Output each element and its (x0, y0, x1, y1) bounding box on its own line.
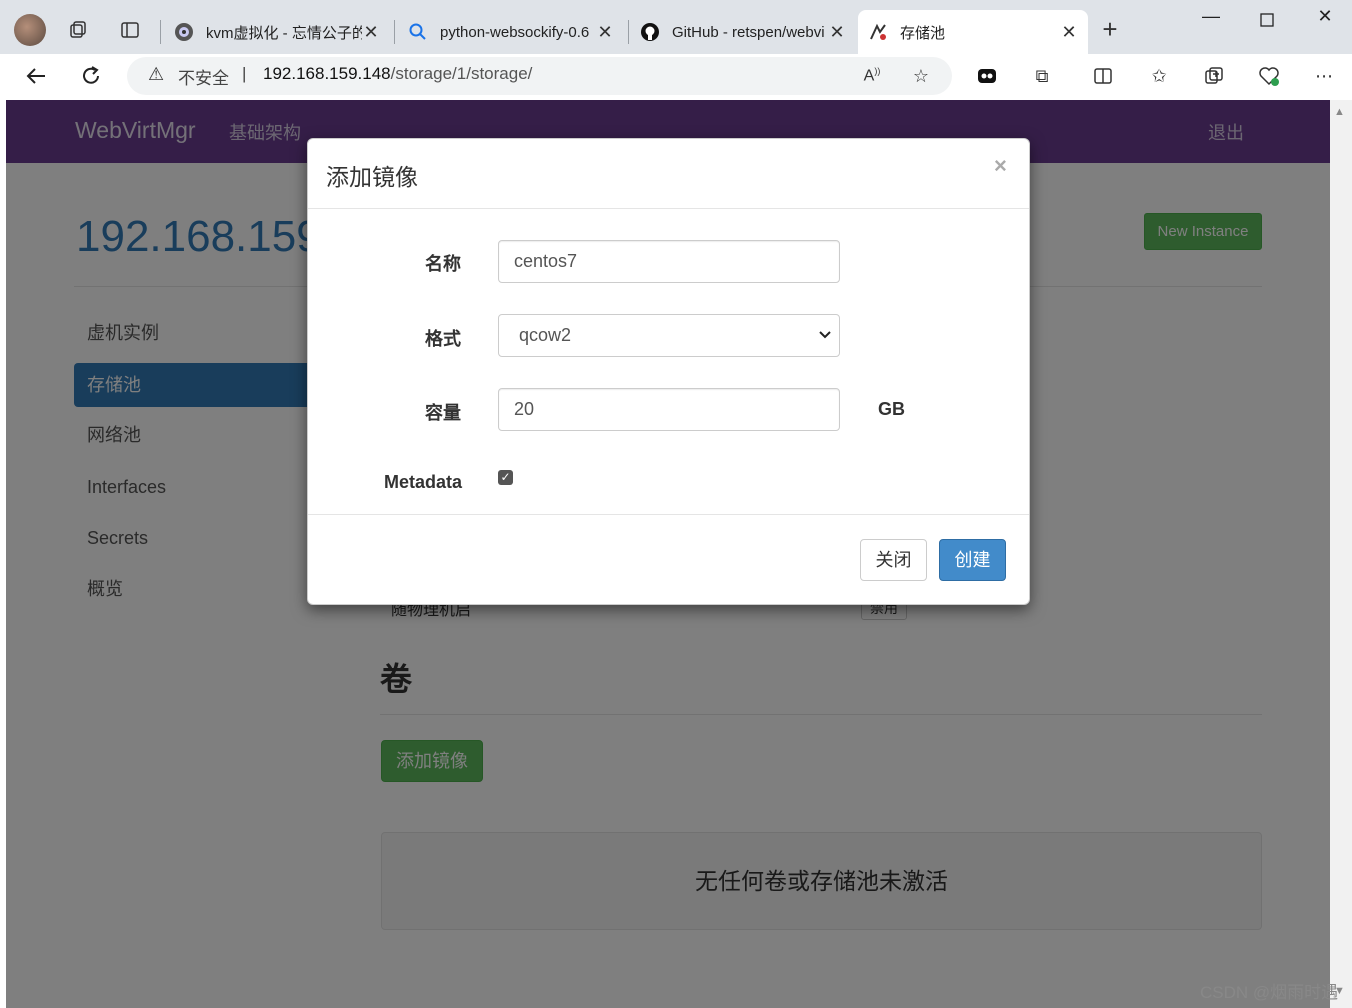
back-arrow-icon[interactable] (22, 62, 50, 90)
cancel-button[interactable]: 关闭 (860, 539, 927, 581)
create-button[interactable]: 创建 (939, 539, 1006, 581)
add-image-dialog: 添加镜像 × 名称 centos7 格式 qcow2 容量 20 GB Meta… (307, 138, 1030, 605)
size-label: 容量 (425, 403, 461, 423)
metadata-checkbox[interactable]: ✓ (498, 470, 513, 485)
more-menu-icon[interactable]: ⋯ (1312, 64, 1336, 88)
format-select[interactable]: qcow2 (498, 314, 840, 357)
address-bar[interactable] (127, 57, 952, 95)
chevron-down-icon (819, 315, 831, 356)
url-path: /storage/1/storage/ (390, 64, 533, 83)
favorite-star-icon[interactable]: ☆ (909, 64, 933, 88)
dialog-header-divider (308, 208, 1029, 209)
scroll-up-arrow-icon[interactable]: ▲ (1334, 106, 1345, 118)
tab-storage-pool[interactable]: 存储池 ✕ (858, 10, 1088, 54)
window-close-icon[interactable]: ✕ (1310, 6, 1340, 36)
url-host: 192.168.159.148 (263, 64, 391, 83)
tab-actions-icon[interactable] (116, 16, 144, 44)
new-tab-icon[interactable]: + (1096, 16, 1124, 44)
name-label: 名称 (425, 254, 461, 274)
tab-title: GitHub - retspen/webvi (672, 23, 825, 41)
tab-title: python-websockify-0.6 (440, 23, 590, 41)
security-label[interactable]: 不安全 (178, 64, 229, 89)
name-input[interactable]: centos7 (498, 240, 840, 283)
extensions-puzzle-icon[interactable]: ⧉ (1030, 64, 1054, 88)
workspaces-icon[interactable] (64, 16, 92, 44)
address-url[interactable]: 192.168.159.148/storage/1/storage/ (263, 64, 532, 84)
browser-essentials-icon[interactable] (1257, 64, 1281, 88)
tab-title: 存储池 (900, 24, 946, 42)
site-favicon-icon (174, 22, 194, 42)
read-aloud-icon[interactable]: A)) (860, 64, 884, 88)
page-scrollbar[interactable] (1330, 100, 1352, 1008)
tab-websockify[interactable]: python-websockify-0.6 ✕ (398, 10, 624, 54)
size-input[interactable]: 20 (498, 388, 840, 431)
tab-separator (628, 20, 629, 44)
profile-avatar[interactable] (14, 14, 46, 46)
dialog-footer-divider (308, 514, 1029, 515)
tab-kvm[interactable]: kvm虚拟化 - 忘情公子的 ✕ (164, 10, 390, 54)
tab-close-icon[interactable]: ✕ (362, 22, 380, 43)
search-icon (408, 22, 428, 42)
browser-tab-strip: kvm虚拟化 - 忘情公子的 ✕ python-websockify-0.6 ✕… (0, 0, 1352, 54)
split-screen-icon[interactable] (1091, 64, 1115, 88)
tab-close-icon[interactable]: ✕ (596, 22, 614, 43)
tab-github[interactable]: GitHub - retspen/webvi ✕ (630, 10, 856, 54)
collections-icon[interactable] (1202, 64, 1226, 88)
refresh-icon[interactable] (77, 62, 105, 90)
webvirtmgr-favicon-icon (868, 22, 888, 42)
dialog-title: 添加镜像 (326, 164, 418, 190)
close-icon[interactable]: × (994, 153, 1007, 179)
tab-separator (160, 20, 161, 44)
maximize-icon[interactable] (1252, 6, 1282, 36)
format-label: 格式 (425, 329, 461, 349)
tab-title: kvm虚拟化 - 忘情公子的 (206, 24, 362, 42)
github-icon (640, 22, 660, 42)
size-unit: GB (878, 399, 905, 419)
tab-close-icon[interactable]: ✕ (1060, 22, 1078, 43)
favorites-list-icon[interactable]: ✩ (1147, 64, 1171, 88)
warning-icon[interactable]: ⚠ (148, 64, 164, 85)
extension-app-icon[interactable] (975, 64, 999, 88)
tab-close-icon[interactable]: ✕ (828, 22, 846, 43)
minimize-icon[interactable]: — (1196, 6, 1226, 36)
browser-toolbar: ⚠ 不安全 | 192.168.159.148/storage/1/storag… (0, 54, 1352, 98)
format-selected-value: qcow2 (519, 325, 572, 345)
watermark: CSDN @烟雨时遇 (1200, 983, 1339, 1002)
metadata-label: Metadata (384, 472, 463, 492)
tab-separator (394, 20, 395, 44)
address-divider: | (242, 64, 247, 83)
